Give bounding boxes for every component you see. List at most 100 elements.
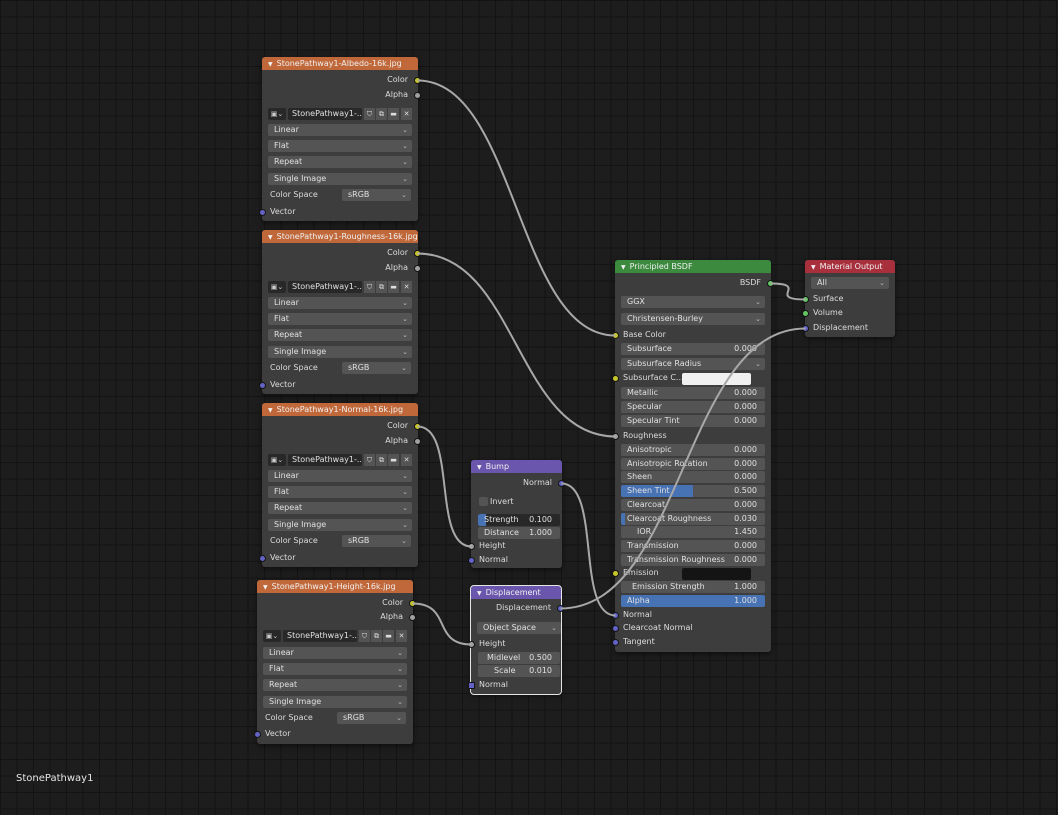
source-dropdown[interactable]: Single Image ⌄	[268, 173, 412, 185]
socket-height-in[interactable]	[468, 641, 475, 648]
specular-field[interactable]: Specular 0.000	[621, 401, 765, 413]
target-dropdown[interactable]: All ⌄	[811, 277, 889, 289]
strength-slider[interactable]: Strength 0.100	[478, 514, 560, 526]
interpolation-dropdown[interactable]: Linear ⌄	[268, 470, 412, 482]
socket-color-out[interactable]	[414, 250, 421, 257]
alpha-slider[interactable]: Alpha 1.000	[621, 595, 765, 607]
socket-clearcoat-normal-in[interactable]	[612, 625, 619, 632]
image-selector[interactable]: ▣⌄ StonePathway1-... ⛉ ⧉ ▬ ✕	[263, 630, 407, 642]
collapse-arrow-icon[interactable]: ▼	[268, 407, 273, 414]
collapse-arrow-icon[interactable]: ▼	[477, 464, 482, 471]
color-space-dropdown[interactable]: sRGB ⌄	[342, 362, 411, 374]
source-dropdown[interactable]: Single Image ⌄	[268, 346, 412, 358]
collapse-arrow-icon[interactable]: ▼	[268, 61, 273, 68]
image-name-field[interactable]: StonePathway1-...	[283, 630, 357, 642]
unlink-close-icon[interactable]: ✕	[401, 108, 412, 120]
anisotropic-field[interactable]: Anisotropic 0.000	[621, 444, 765, 456]
invert-row[interactable]: Invert	[471, 495, 562, 509]
fake-user-shield-icon[interactable]: ⛉	[364, 108, 375, 120]
transmission-roughness-field[interactable]: Transmission Roughness 0.000	[621, 554, 765, 566]
color-space-dropdown[interactable]: sRGB ⌄	[342, 535, 411, 547]
fake-user-shield-icon[interactable]: ⛉	[364, 281, 375, 293]
unlink-close-icon[interactable]: ✕	[396, 630, 407, 642]
image-texture-node-albedo[interactable]: ▼ StonePathway1-Albedo-16k.jpg Color Alph…	[259, 57, 421, 221]
node-header[interactable]: ▼ Principled BSDF	[615, 260, 771, 273]
collapse-arrow-icon[interactable]: ▼	[263, 584, 268, 591]
socket-vector-in[interactable]	[259, 382, 266, 389]
subsurface-radius-dropdown[interactable]: Subsurface Radius ⌄	[621, 358, 765, 370]
projection-dropdown[interactable]: Flat ⌄	[268, 140, 412, 152]
projection-dropdown[interactable]: Flat ⌄	[268, 313, 412, 325]
node-header[interactable]: ▼ StonePathway1-Roughness-16k.jpg	[262, 230, 418, 243]
fake-user-shield-icon[interactable]: ⛉	[364, 454, 375, 466]
socket-base-color-in[interactable]	[612, 332, 619, 339]
emission-strength-field[interactable]: Emission Strength 1.000	[621, 581, 765, 593]
image-texture-node-roughness[interactable]: ▼ StonePathway1-Roughness-16k.jpg Color A…	[259, 230, 421, 394]
image-name-field[interactable]: StonePathway1-...	[288, 454, 362, 466]
node-header[interactable]: ▼ StonePathway1-Height-16k.jpg	[257, 580, 413, 593]
duplicate-image-icon[interactable]: ⧉	[376, 281, 387, 293]
socket-alpha-out[interactable]	[414, 92, 421, 99]
image-browse-icon[interactable]: ▣⌄	[268, 108, 286, 120]
socket-surface-in[interactable]	[802, 296, 809, 303]
socket-emission-in[interactable]	[612, 570, 619, 577]
transmission-field[interactable]: Transmission 0.000	[621, 540, 765, 552]
node-header[interactable]: ▼ StonePathway1-Albedo-16k.jpg	[262, 57, 418, 70]
projection-dropdown[interactable]: Flat ⌄	[268, 486, 412, 498]
open-folder-icon[interactable]: ▬	[388, 281, 399, 293]
socket-roughness-in[interactable]	[612, 433, 619, 440]
socket-volume-in[interactable]	[802, 310, 809, 317]
distance-field[interactable]: Distance 1.000	[478, 527, 560, 539]
socket-color-out[interactable]	[414, 77, 421, 84]
subsurface-field[interactable]: Subsurface 0.000	[621, 343, 765, 355]
open-folder-icon[interactable]: ▬	[383, 630, 394, 642]
socket-normal-in[interactable]	[468, 557, 475, 564]
socket-bsdf-out[interactable]	[767, 280, 774, 287]
specular-tint-field[interactable]: Specular Tint 0.000	[621, 415, 765, 427]
color-space-dropdown[interactable]: sRGB ⌄	[337, 712, 406, 724]
sheen-tint-slider[interactable]: Sheen Tint 0.500	[621, 485, 765, 497]
image-browse-icon[interactable]: ▣⌄	[268, 281, 286, 293]
image-selector[interactable]: ▣⌄ StonePathway1-... ⛉ ⧉ ▬ ✕	[268, 281, 412, 293]
collapse-arrow-icon[interactable]: ▼	[811, 264, 816, 271]
socket-color-out[interactable]	[414, 423, 421, 430]
socket-vector-in[interactable]	[259, 555, 266, 562]
interpolation-dropdown[interactable]: Linear ⌄	[268, 124, 412, 136]
clearcoat-field[interactable]: Clearcoat 0.000	[621, 499, 765, 511]
image-name-field[interactable]: StonePathway1-...	[288, 281, 362, 293]
color-space-dropdown[interactable]: sRGB ⌄	[342, 189, 411, 201]
socket-displacement-in[interactable]	[802, 325, 809, 332]
unlink-close-icon[interactable]: ✕	[401, 454, 412, 466]
image-browse-icon[interactable]: ▣⌄	[268, 454, 286, 466]
collapse-arrow-icon[interactable]: ▼	[268, 234, 273, 241]
anisotropic-rotation-field[interactable]: Anisotropic Rotation 0.000	[621, 458, 765, 470]
sheen-field[interactable]: Sheen 0.000	[621, 471, 765, 483]
clearcoat-roughness-slider[interactable]: Clearcoat Roughness 0.030	[621, 513, 765, 525]
source-dropdown[interactable]: Single Image ⌄	[263, 696, 407, 708]
duplicate-image-icon[interactable]: ⧉	[376, 454, 387, 466]
unlink-close-icon[interactable]: ✕	[401, 281, 412, 293]
displacement-node[interactable]: ▼ Displacement Displacement Object Space ⌄…	[468, 585, 564, 695]
image-name-field[interactable]: StonePathway1-...	[288, 108, 362, 120]
socket-subsurface-color-in[interactable]	[612, 375, 619, 382]
metallic-field[interactable]: Metallic 0.000	[621, 387, 765, 399]
socket-alpha-out[interactable]	[409, 614, 416, 621]
space-dropdown[interactable]: Object Space ⌄	[477, 622, 561, 634]
node-header[interactable]: ▼ StonePathway1-Normal-16k.jpg	[262, 403, 418, 416]
duplicate-image-icon[interactable]: ⧉	[376, 108, 387, 120]
bump-node[interactable]: ▼ Bump Normal Invert Strength 0.100 Distan…	[468, 460, 565, 568]
socket-normal-in[interactable]	[468, 682, 475, 689]
image-selector[interactable]: ▣⌄ StonePathway1-... ⛉ ⧉ ▬ ✕	[268, 108, 412, 120]
source-dropdown[interactable]: Single Image ⌄	[268, 519, 412, 531]
extension-dropdown[interactable]: Repeat ⌄	[263, 679, 407, 691]
socket-normal-in[interactable]	[612, 612, 619, 619]
material-output-node[interactable]: ▼ Material Output All ⌄ Surface Volume Dis…	[802, 260, 895, 337]
subsurface-color-swatch[interactable]	[682, 373, 751, 385]
ior-field[interactable]: IOR 1.450	[621, 526, 765, 538]
socket-displacement-out[interactable]	[557, 605, 564, 612]
socket-vector-in[interactable]	[259, 209, 266, 216]
socket-tangent-in[interactable]	[612, 639, 619, 646]
socket-color-out[interactable]	[409, 600, 416, 607]
collapse-arrow-icon[interactable]: ▼	[477, 590, 482, 597]
image-browse-icon[interactable]: ▣⌄	[263, 630, 281, 642]
